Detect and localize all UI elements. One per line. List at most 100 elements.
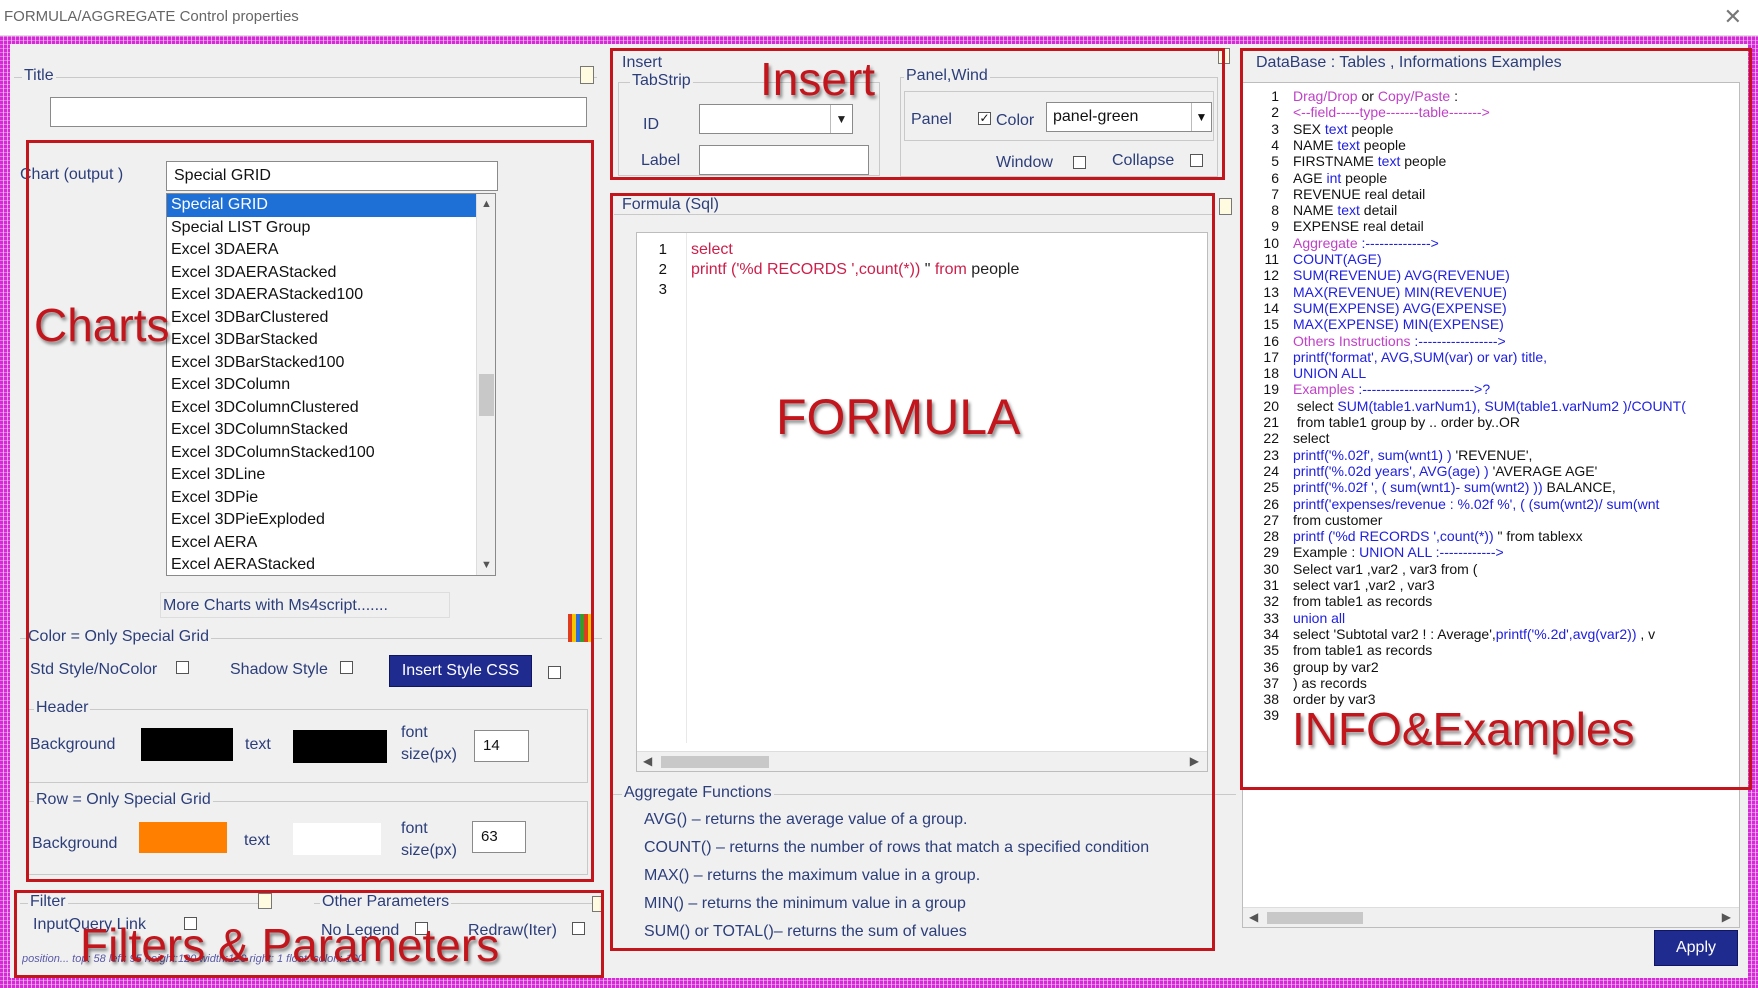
info-line: 17 printf('format', AVG,SUM(var) or var) … — [1263, 348, 1548, 365]
window-checkbox[interactable] — [1073, 156, 1086, 169]
header-text-label: text — [245, 736, 271, 753]
chart-list-item[interactable]: Special LIST Group — [167, 217, 495, 240]
chart-list-scrollbar[interactable]: ▲ ▼ — [476, 194, 495, 575]
chart-list-item[interactable]: Special GRID — [167, 194, 495, 217]
title-input[interactable] — [50, 97, 587, 127]
info-line: 11 COUNT(AGE) — [1264, 251, 1382, 267]
scroll-right-icon[interactable]: ▶ — [1722, 910, 1731, 924]
chart-list-item[interactable]: Excel 3DPieExploded — [167, 509, 495, 532]
info-line: 32 from table1 as records — [1263, 593, 1433, 610]
line-number: 1 — [658, 241, 667, 258]
chart-output-field[interactable]: Special GRID — [166, 161, 498, 191]
annotation-charts: Charts — [34, 299, 170, 351]
insert-css-checkbox[interactable] — [548, 666, 561, 679]
filter-properties-icon[interactable] — [258, 893, 272, 909]
panel-color-checkbox[interactable]: ✓ — [978, 112, 991, 125]
shadow-style-checkbox[interactable] — [340, 661, 353, 674]
chart-list-item[interactable]: Excel AERA — [167, 532, 495, 555]
annotation-filters: Filters & Parameters — [80, 919, 500, 971]
formula-properties-icon[interactable] — [1219, 198, 1232, 215]
formula-editor[interactable]: 1 select 2 printf ('%d RECORDS ',count(*))… — [636, 232, 1208, 772]
chart-list-item[interactable]: Excel 3DBarStacked100 — [167, 352, 495, 375]
params-properties-icon[interactable] — [592, 896, 604, 912]
collapse-checkbox[interactable] — [1190, 154, 1203, 167]
chart-list-item[interactable]: Excel 3DColumnClustered — [167, 397, 495, 420]
info-line: 8 NAME text detail — [1271, 202, 1398, 219]
header-text-swatch[interactable] — [293, 730, 387, 763]
row-background-swatch[interactable] — [139, 822, 227, 853]
close-icon[interactable]: ✕ — [1724, 4, 1742, 30]
chevron-down-icon[interactable]: ▼ — [1191, 103, 1211, 131]
scroll-thumb[interactable] — [479, 374, 494, 416]
info-line: 2 <--field-----type-------table-------> — [1271, 104, 1490, 121]
info-line: 3 SEX text people — [1271, 120, 1394, 137]
row-subgroup-label: Row = Only Special Grid — [34, 791, 213, 809]
tabstrip-label: TabStrip — [630, 72, 693, 90]
annotation-insert: Insert — [760, 53, 876, 105]
code-line: printf ('%d RECORDS ',count(*)) " from p… — [691, 261, 1020, 278]
more-charts-link[interactable]: More Charts with Ms4script....... — [160, 592, 450, 618]
info-line: 15 MAX(EXPENSE) MIN(EXPENSE) — [1263, 316, 1504, 333]
info-line: 12 SUM(REVENUE) AVG(REVENUE) — [1263, 267, 1510, 284]
chart-list-item[interactable]: Excel 3DAERAStacked100 — [167, 284, 495, 307]
info-line: 27 from customer — [1263, 511, 1383, 528]
panel-color-select[interactable]: panel-green ▼ — [1046, 102, 1212, 132]
redraw-checkbox[interactable] — [572, 922, 585, 935]
scroll-thumb[interactable] — [661, 756, 769, 768]
insert-style-css-button[interactable]: Insert Style CSS — [389, 655, 532, 687]
color-palette-icon[interactable] — [568, 614, 594, 642]
info-line: 9 EXPENSE real detail — [1271, 218, 1424, 235]
row-text-label: text — [244, 832, 270, 849]
line-number: 3 — [658, 281, 667, 298]
chart-list-item[interactable]: Excel 3DColumn — [167, 374, 495, 397]
code-line: select — [691, 241, 733, 258]
row-background-label: Background — [32, 835, 118, 852]
chart-list-item[interactable]: Excel 3DColumnStacked — [167, 419, 495, 442]
chart-list-item[interactable]: Excel 3DColumnStacked100 — [167, 442, 495, 465]
scroll-left-icon[interactable]: ◀ — [1249, 910, 1258, 924]
insert-properties-icon[interactable] — [1218, 48, 1230, 64]
header-subgroup-label: Header — [34, 699, 91, 717]
properties-icon[interactable] — [580, 66, 594, 84]
tabstrip-label-input[interactable] — [699, 145, 869, 175]
std-style-checkbox[interactable] — [176, 661, 189, 674]
header-background-swatch[interactable] — [141, 728, 233, 761]
scroll-thumb[interactable] — [1267, 912, 1363, 924]
chart-type-list[interactable]: Special GRID Special LIST Group Excel 3DAE… — [166, 193, 496, 576]
chart-list-item[interactable]: Excel AERAStacked — [167, 554, 495, 575]
chart-list-item[interactable]: Excel 3DPie — [167, 487, 495, 510]
info-line: 34 select 'Subtotal var2 ! : Average',pri… — [1263, 625, 1656, 642]
info-line: 18 UNION ALL — [1263, 365, 1367, 382]
info-examples-panel[interactable]: 1 Drag/Drop or Copy/Paste :2 <--field-----… — [1242, 82, 1740, 928]
tabstrip-id-select[interactable]: ▼ — [699, 104, 853, 134]
aggregate-item: AVG() – returns the average value of a g… — [644, 811, 968, 828]
info-hscrollbar[interactable]: ◀ ▶ — [1243, 907, 1739, 927]
scroll-down-icon[interactable]: ▼ — [477, 559, 495, 571]
chart-list-item[interactable]: Excel 3DLine — [167, 464, 495, 487]
header-font-size-input[interactable]: 14 — [474, 730, 529, 762]
window-label: Window — [996, 154, 1053, 171]
aggregate-item: SUM() or TOTAL()– returns the sum of val… — [644, 923, 967, 940]
annotation-formula: FORMULA — [776, 389, 1021, 445]
row-text-swatch[interactable] — [293, 823, 381, 855]
formula-hscrollbar[interactable]: ◀ ▶ — [637, 751, 1207, 771]
chart-list-item[interactable]: Excel 3DBarStacked — [167, 329, 495, 352]
chart-list-item[interactable]: Excel 3DAERAStacked — [167, 262, 495, 285]
filter-group-label: Filter — [28, 893, 68, 911]
scroll-left-icon[interactable]: ◀ — [643, 754, 652, 768]
scroll-right-icon[interactable]: ▶ — [1190, 754, 1199, 768]
chart-list-item[interactable]: Excel 3DBarClustered — [167, 307, 495, 330]
chart-list-item[interactable]: Excel 3DAERA — [167, 239, 495, 262]
info-header: DataBase : Tables , Informations Example… — [1256, 54, 1562, 71]
header-font-size-label: size(px) — [401, 746, 458, 763]
window-title: FORMULA/AGGREGATE Control properties — [4, 8, 299, 25]
scroll-up-icon[interactable]: ▲ — [477, 198, 495, 210]
chevron-down-icon[interactable]: ▼ — [830, 105, 852, 133]
row-font-size-input[interactable]: 63 — [472, 821, 526, 853]
row-font-size-label: size(px) — [401, 842, 458, 859]
panel-color-label: Color — [996, 112, 1035, 129]
info-line: 26 printf('expenses/revenue : %.02f %', (… — [1263, 495, 1660, 512]
apply-button[interactable]: Apply — [1654, 930, 1738, 966]
info-line: 19 Examples :------------------------>? — [1263, 381, 1491, 398]
annotation-info: INFO&Examples — [1292, 703, 1635, 755]
